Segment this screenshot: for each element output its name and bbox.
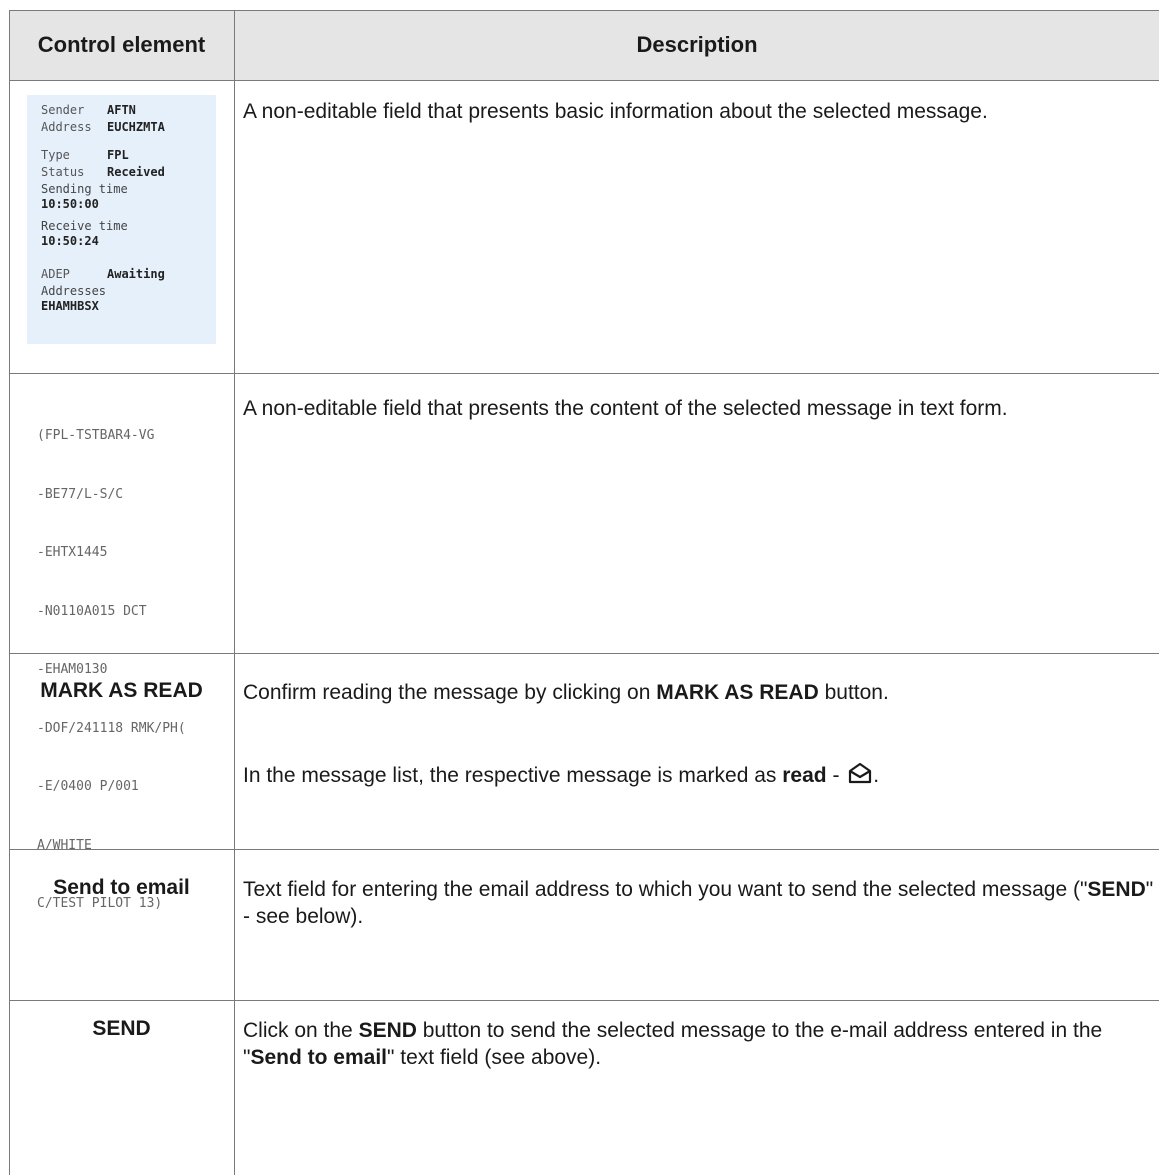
header-description: Description xyxy=(636,32,758,57)
text-run: In the message list, the respective mess… xyxy=(243,764,783,787)
addresses-value: EHAMHBSX xyxy=(41,299,99,313)
type-label: Type xyxy=(41,148,70,162)
message-line: A/WHITE xyxy=(37,837,92,853)
description-send: Click on the SEND button to send the sel… xyxy=(243,1017,1159,1071)
bold-run: SEND xyxy=(1087,878,1146,901)
table-border-left xyxy=(9,10,10,1175)
bold-run: Send to email xyxy=(250,1046,387,1069)
text-run: - xyxy=(826,764,846,787)
control-elements-table: Control element Description Sender AFTN A… xyxy=(9,10,1159,1175)
header-control-element: Control element xyxy=(37,32,206,57)
message-text-content: (FPL-TSTBAR4-VG -BE77/L-S/C -EHTX1445 -N… xyxy=(37,387,217,953)
table-row-divider xyxy=(9,373,1159,374)
message-info-panel: Sender AFTN Address EUCHZMTA Type FPL Statu… xyxy=(27,95,216,344)
message-line: -BE77/L-S/C xyxy=(37,486,124,502)
message-line: (FPL-TSTBAR4-VG xyxy=(37,428,155,443)
control-send-to-email: Send to email xyxy=(53,876,190,899)
address-value: EUCHZMTA xyxy=(107,120,165,134)
bold-run: read xyxy=(782,764,827,787)
bold-run: SEND xyxy=(358,1019,417,1042)
text-run: Text field for entering the email addres… xyxy=(243,878,1088,901)
receive-time-label: Receive time xyxy=(41,219,128,233)
table-row-divider xyxy=(9,1000,1159,1001)
envelope-open-icon xyxy=(849,762,872,784)
bold-run: MARK AS READ xyxy=(656,681,819,704)
message-line: -E/0400 P/001 xyxy=(37,779,139,794)
text-run: " text field (see above). xyxy=(387,1046,602,1069)
addresses-label: Addresses xyxy=(41,284,107,298)
description-send-to-email: Text field for entering the email addres… xyxy=(243,876,1159,930)
message-line: -DOF/241118 RMK/PH( xyxy=(37,720,186,736)
sending-time-label: Sending time xyxy=(41,182,128,196)
description-message-text: A non-editable field that presents the c… xyxy=(243,397,1008,420)
sender-label: Sender xyxy=(41,103,85,117)
sender-value: AFTN xyxy=(107,103,136,117)
message-line: -EHTX1445 xyxy=(37,545,108,560)
table-column-divider xyxy=(234,10,235,1175)
control-send: SEND xyxy=(92,1017,151,1040)
text-run: button. xyxy=(818,681,889,704)
message-line: -N0110A015 DCT xyxy=(37,603,147,619)
status-value: Received xyxy=(107,165,165,179)
table-row-divider xyxy=(9,80,1159,81)
control-mark-as-read: MARK AS READ xyxy=(40,679,203,702)
status-label: Status xyxy=(41,165,85,179)
adep-label: ADEP xyxy=(41,267,70,281)
description-mark-as-read-2: In the message list, the respective mess… xyxy=(243,762,1159,789)
description-mark-as-read-1: Confirm reading the message by clicking … xyxy=(243,679,1159,706)
text-run: Confirm reading the message by clicking … xyxy=(243,681,657,704)
text-run: . xyxy=(873,764,880,787)
text-run: Click on the xyxy=(243,1019,359,1042)
adep-value: Awaiting xyxy=(107,267,165,281)
description-message-info: A non-editable field that presents basic… xyxy=(243,100,988,123)
receive-time-value: 10:50:24 xyxy=(41,234,99,248)
address-label: Address xyxy=(41,120,92,134)
sending-time-value: 10:50:00 xyxy=(41,197,99,211)
type-value: FPL xyxy=(107,148,129,162)
message-line: -EHAM0130 xyxy=(37,662,108,677)
